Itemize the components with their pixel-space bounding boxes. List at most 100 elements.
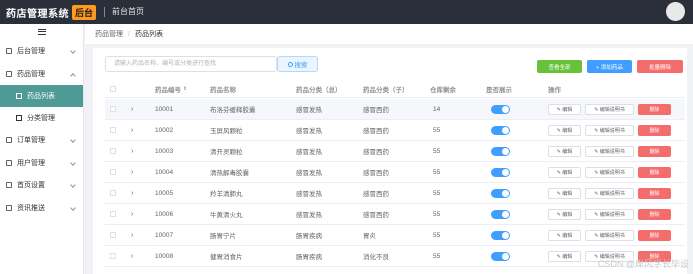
expand-row-icon[interactable]: › <box>131 204 133 224</box>
show-toggle-cell <box>491 204 510 224</box>
sidebar-item-news-push[interactable]: 资讯推送 <box>0 197 83 220</box>
delete-button[interactable]: 删除 <box>638 104 671 115</box>
sidebar-item-users[interactable]: 用户管理 <box>0 152 83 175</box>
row-checkbox[interactable] <box>110 190 116 196</box>
show-toggle[interactable] <box>491 104 510 114</box>
expand-row-icon[interactable]: › <box>131 141 133 161</box>
show-toggle[interactable] <box>491 167 510 177</box>
expand-row-icon[interactable]: › <box>131 246 133 266</box>
news-icon <box>6 204 12 211</box>
show-toggle-cell <box>491 225 510 245</box>
collapse-menu-button[interactable] <box>0 24 83 40</box>
edit-manual-button-label: 编辑说明书 <box>599 128 625 134</box>
sidebar-item-drugs[interactable]: 药品管理 <box>0 63 83 86</box>
edit-button[interactable]: ✎ 编辑 <box>548 167 581 178</box>
sidebar-subitem-drug-list[interactable]: 药品列表 <box>0 85 83 107</box>
cell-code: 10005 <box>155 189 174 197</box>
show-toggle[interactable] <box>491 146 510 156</box>
edit-button[interactable]: ✎ 编辑 <box>548 230 581 241</box>
logo-badge: 后台 <box>72 4 97 20</box>
edit-button-label: 编辑 <box>562 128 573 134</box>
edit-manual-button[interactable]: ✎ 编辑说明书 <box>585 125 634 136</box>
delete-button[interactable]: 删除 <box>638 146 671 157</box>
delete-button-label: 删除 <box>649 128 660 134</box>
edit-manual-button[interactable]: ✎ 编辑说明书 <box>585 167 634 178</box>
logo-text: 药店管理系统 <box>6 8 69 20</box>
order-icon <box>6 137 12 144</box>
batch-delete-button[interactable]: 批量删除 <box>637 60 683 73</box>
edit-button-label: 编辑 <box>562 254 573 260</box>
delete-button[interactable]: 删除 <box>638 230 671 241</box>
add-drug-button[interactable]: + 添加药品 <box>587 60 632 73</box>
edit-button[interactable]: ✎ 编辑 <box>548 146 581 157</box>
expand-row-icon[interactable]: › <box>131 120 133 140</box>
edit-button[interactable]: ✎ 编辑 <box>548 104 581 115</box>
delete-button[interactable]: 删除 <box>638 209 671 220</box>
delete-button-label: 删除 <box>649 170 660 176</box>
breadcrumb-separator: / <box>128 30 130 38</box>
show-toggle[interactable] <box>491 209 510 219</box>
cell-cat-main: 感冒发热 <box>296 128 322 135</box>
sidebar-item-home-settings[interactable]: 首页设置 <box>0 174 83 197</box>
row-checkbox[interactable] <box>110 232 116 238</box>
edit-manual-button[interactable]: ✎ 编辑说明书 <box>585 146 634 157</box>
cell-name: 清开灵颗粒 <box>210 149 243 156</box>
row-checkbox[interactable] <box>110 211 116 217</box>
edit-manual-button[interactable]: ✎ 编辑说明书 <box>585 188 634 199</box>
sort-icon[interactable]: ⇕ <box>183 86 187 92</box>
search-button[interactable]: 搜索 <box>277 56 318 72</box>
chevron-down-icon <box>70 204 76 211</box>
header-code[interactable]: 药品编号 ⇕ <box>155 80 187 97</box>
edit-manual-button[interactable]: ✎ 编辑说明书 <box>585 104 634 115</box>
cell-stock: 55 <box>433 168 441 176</box>
row-checkbox[interactable] <box>110 106 116 112</box>
chevron-down-icon <box>70 137 76 143</box>
cell-stock: 55 <box>433 126 441 134</box>
row-checkbox[interactable] <box>110 169 116 175</box>
search-input[interactable]: 请输入药品名称、编号或分类进行查找 <box>105 56 277 72</box>
select-all-checkbox[interactable] <box>110 85 116 92</box>
logo[interactable]: 药店管理系统 后台 <box>0 4 104 20</box>
expand-row-icon[interactable]: › <box>131 183 133 203</box>
show-toggle[interactable] <box>491 230 510 240</box>
row-checkbox[interactable] <box>110 253 116 259</box>
table-row: › 10003 清开灵颗粒 感冒发热 感冒西药 55 ✎ 编辑 ✎ 编辑说明书 删除 <box>105 141 685 162</box>
view-all-button[interactable]: 查看全部 <box>537 60 582 73</box>
show-toggle[interactable] <box>491 251 510 261</box>
row-select-cell <box>110 225 116 245</box>
edit-button[interactable]: ✎ 编辑 <box>548 188 581 199</box>
expand-row-icon[interactable]: › <box>131 162 133 182</box>
edit-button[interactable]: ✎ 编辑 <box>548 251 581 262</box>
cell-cat-main: 肠胃疾病 <box>296 254 322 261</box>
row-checkbox[interactable] <box>110 148 116 154</box>
show-toggle[interactable] <box>491 125 510 135</box>
row-checkbox[interactable] <box>110 127 116 133</box>
delete-button[interactable]: 删除 <box>638 125 671 136</box>
sidebar-item-admin[interactable]: 后台管理 <box>0 40 83 63</box>
cell-cat-main: 感冒发热 <box>296 212 322 219</box>
edit-button[interactable]: ✎ 编辑 <box>548 125 581 136</box>
edit-button[interactable]: ✎ 编辑 <box>548 209 581 220</box>
sidebar-subitem-category[interactable]: 分类管理 <box>0 107 83 129</box>
sidebar-item-orders[interactable]: 订单管理 <box>0 129 83 152</box>
edit-manual-button[interactable]: ✎ 编辑说明书 <box>585 230 634 241</box>
header-code-label: 药品编号 <box>155 86 181 94</box>
edit-manual-button-label: 编辑说明书 <box>599 107 625 113</box>
sidebar: 后台管理 药品管理 药品列表 分类管理 订单管理 用户管理 首页设置 资讯推送 <box>0 24 84 274</box>
expand-row-icon[interactable]: › <box>131 225 133 245</box>
expand-row-icon[interactable]: › <box>131 99 133 119</box>
search-button-label: 搜索 <box>294 62 308 69</box>
frontend-home-link[interactable]: 前台首页 <box>104 7 144 17</box>
sidebar-item-label: 首页设置 <box>17 182 45 190</box>
show-toggle[interactable] <box>491 188 510 198</box>
edit-icon: ✎ <box>556 211 561 218</box>
delete-button[interactable]: 删除 <box>638 167 671 178</box>
row-select-cell <box>110 99 116 119</box>
edit-manual-button[interactable]: ✎ 编辑说明书 <box>585 209 634 220</box>
table-row: › 10002 玉屏风颗粒 感冒发热 感冒西药 55 ✎ 编辑 ✎ 编辑说明书 删除 <box>105 120 685 141</box>
breadcrumb-parent[interactable]: 药品管理 <box>95 29 123 39</box>
avatar[interactable] <box>666 2 685 21</box>
header-category-main: 药品分类（总） <box>296 86 342 94</box>
top-bar: 药店管理系统 后台 前台首页 <box>0 0 693 24</box>
delete-button[interactable]: 删除 <box>638 188 671 199</box>
